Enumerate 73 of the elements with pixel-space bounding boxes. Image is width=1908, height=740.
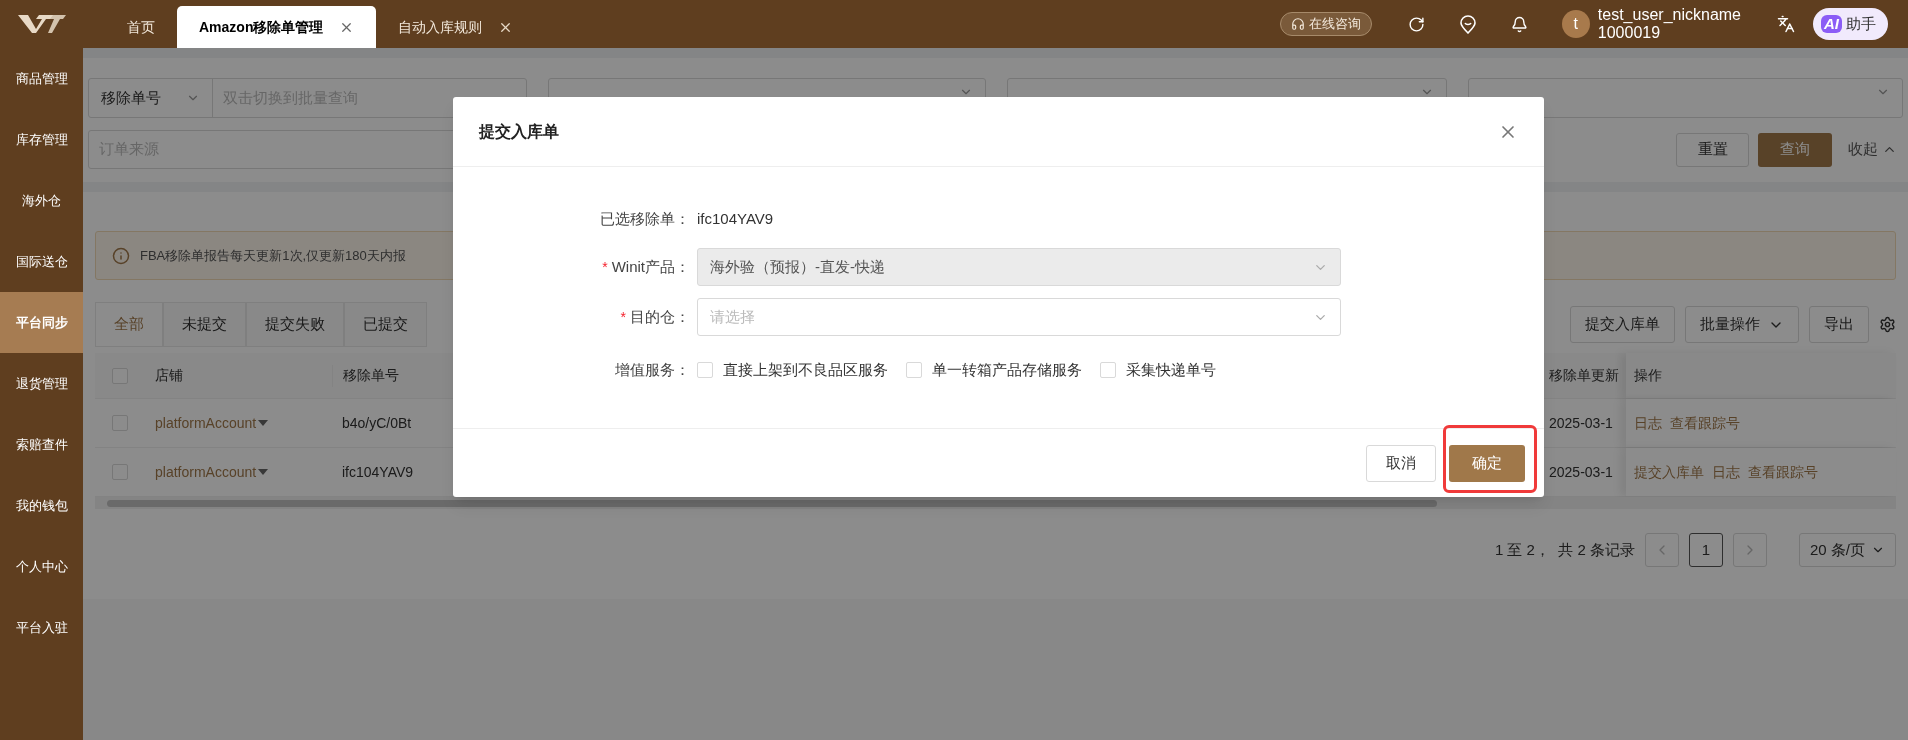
sidebar-item[interactable]: 索赔查件 [0, 414, 83, 475]
field-label: 增值服务： [615, 359, 690, 380]
store-dropdown[interactable]: platformAccount [145, 412, 279, 434]
row-link[interactable]: 查看跟踪号 [1748, 461, 1818, 483]
row-link[interactable]: 查看跟踪号 [1670, 412, 1740, 434]
pin-icon[interactable] [1458, 14, 1477, 34]
row-link[interactable]: 提交入库单 [1634, 461, 1704, 483]
table-cell: 2025-03-1 [1549, 463, 1613, 480]
headset-icon [1290, 17, 1305, 31]
option-label[interactable]: 采集快递单号 [1126, 358, 1216, 382]
field-label: 目的仓： [630, 306, 690, 327]
settings-icon[interactable] [1879, 316, 1896, 333]
required-asterisk: * [602, 257, 608, 277]
field-label: Winit产品： [611, 256, 690, 277]
column-header: 移除单号 [342, 366, 400, 385]
action-button[interactable]: 批量操作 [1685, 306, 1799, 343]
page-size-select[interactable]: 20 条/页 [1798, 533, 1896, 567]
sidebar-item[interactable]: 平台入驻 [0, 597, 83, 658]
collapse-button[interactable]: 收起 [1848, 138, 1897, 161]
table-cell: 2025-03-1 [1549, 414, 1613, 431]
pagination-summary: 1 至 2， 共 2 条记录 [1494, 539, 1635, 560]
sidebar-item[interactable]: 海外仓 [0, 170, 83, 231]
table-cell-text: b4o/yC/0Bt [341, 414, 413, 431]
confirm-button[interactable]: 确定 [1449, 444, 1525, 482]
sidebar-item[interactable]: 库存管理 [0, 109, 83, 170]
page-tab[interactable]: 首页 [105, 6, 177, 48]
notice-text: FBA移除单报告每天更新1次,仅更新180天内报 [140, 246, 406, 265]
ai-assistant-button[interactable]: AI 助手 [1813, 8, 1888, 40]
field-label: 已选移除单： [600, 208, 690, 229]
page-button[interactable]: 1 [1688, 533, 1723, 567]
option-label[interactable]: 直接上架到不良品区服务 [723, 358, 888, 382]
required-asterisk: * [620, 307, 626, 327]
user-name: test_user_nickname [1597, 6, 1741, 24]
sidebar-item[interactable]: 国际送仓 [0, 231, 83, 292]
checkbox[interactable] [697, 362, 713, 378]
status-tab[interactable]: 已提交 [344, 302, 427, 347]
cancel-button[interactable]: 取消 [1366, 444, 1436, 482]
column-header: 操作 [1633, 366, 1663, 385]
avatar[interactable]: t [1561, 10, 1590, 38]
action-button[interactable]: 提交入库单 [1570, 306, 1675, 343]
action-button[interactable]: 导出 [1809, 306, 1869, 343]
checkbox[interactable] [1100, 362, 1116, 378]
field-value: ifc104YAV9 [697, 208, 774, 229]
logo-icon [15, 13, 68, 35]
user-id: 1000019 [1597, 24, 1662, 42]
status-tab[interactable]: 全部 [95, 302, 163, 347]
table-cell-text: ifc104YAV9 [341, 463, 415, 480]
column-header: 店铺 [154, 366, 184, 385]
sidebar-item[interactable]: 商品管理 [0, 48, 83, 109]
horizontal-scrollbar[interactable] [95, 497, 1896, 509]
refresh-icon[interactable] [1407, 15, 1425, 33]
page-tab[interactable]: Amazon移除单管理 [177, 6, 377, 48]
column-header: 移除单更新 [1549, 367, 1619, 383]
sidebar-item[interactable]: 我的钱包 [0, 475, 83, 536]
bell-icon[interactable] [1510, 15, 1528, 33]
reset-button[interactable]: 重置 [1676, 132, 1749, 167]
caret-icon [258, 469, 269, 475]
page-tab[interactable]: 自动入库规则 [376, 6, 536, 48]
checkbox[interactable] [906, 362, 922, 378]
sidebar-item[interactable]: 平台同步 [0, 292, 83, 353]
row-link[interactable]: 日志 [1712, 461, 1740, 483]
status-tab[interactable]: 提交失败 [246, 302, 344, 347]
sidebar-item[interactable]: 个人中心 [0, 536, 83, 597]
query-button[interactable]: 查询 [1758, 132, 1832, 167]
option-label[interactable]: 单一转箱产品存储服务 [932, 358, 1082, 382]
store-dropdown[interactable]: platformAccount [145, 461, 279, 483]
info-icon [112, 246, 130, 265]
status-tab[interactable]: 未提交 [163, 302, 246, 347]
row-link[interactable]: 日志 [1634, 412, 1662, 434]
caret-icon [258, 420, 269, 426]
sidebar-item[interactable]: 退货管理 [0, 353, 83, 414]
consult-button[interactable]: 在线咨询 [1279, 12, 1372, 36]
translate-icon[interactable] [1777, 15, 1795, 33]
